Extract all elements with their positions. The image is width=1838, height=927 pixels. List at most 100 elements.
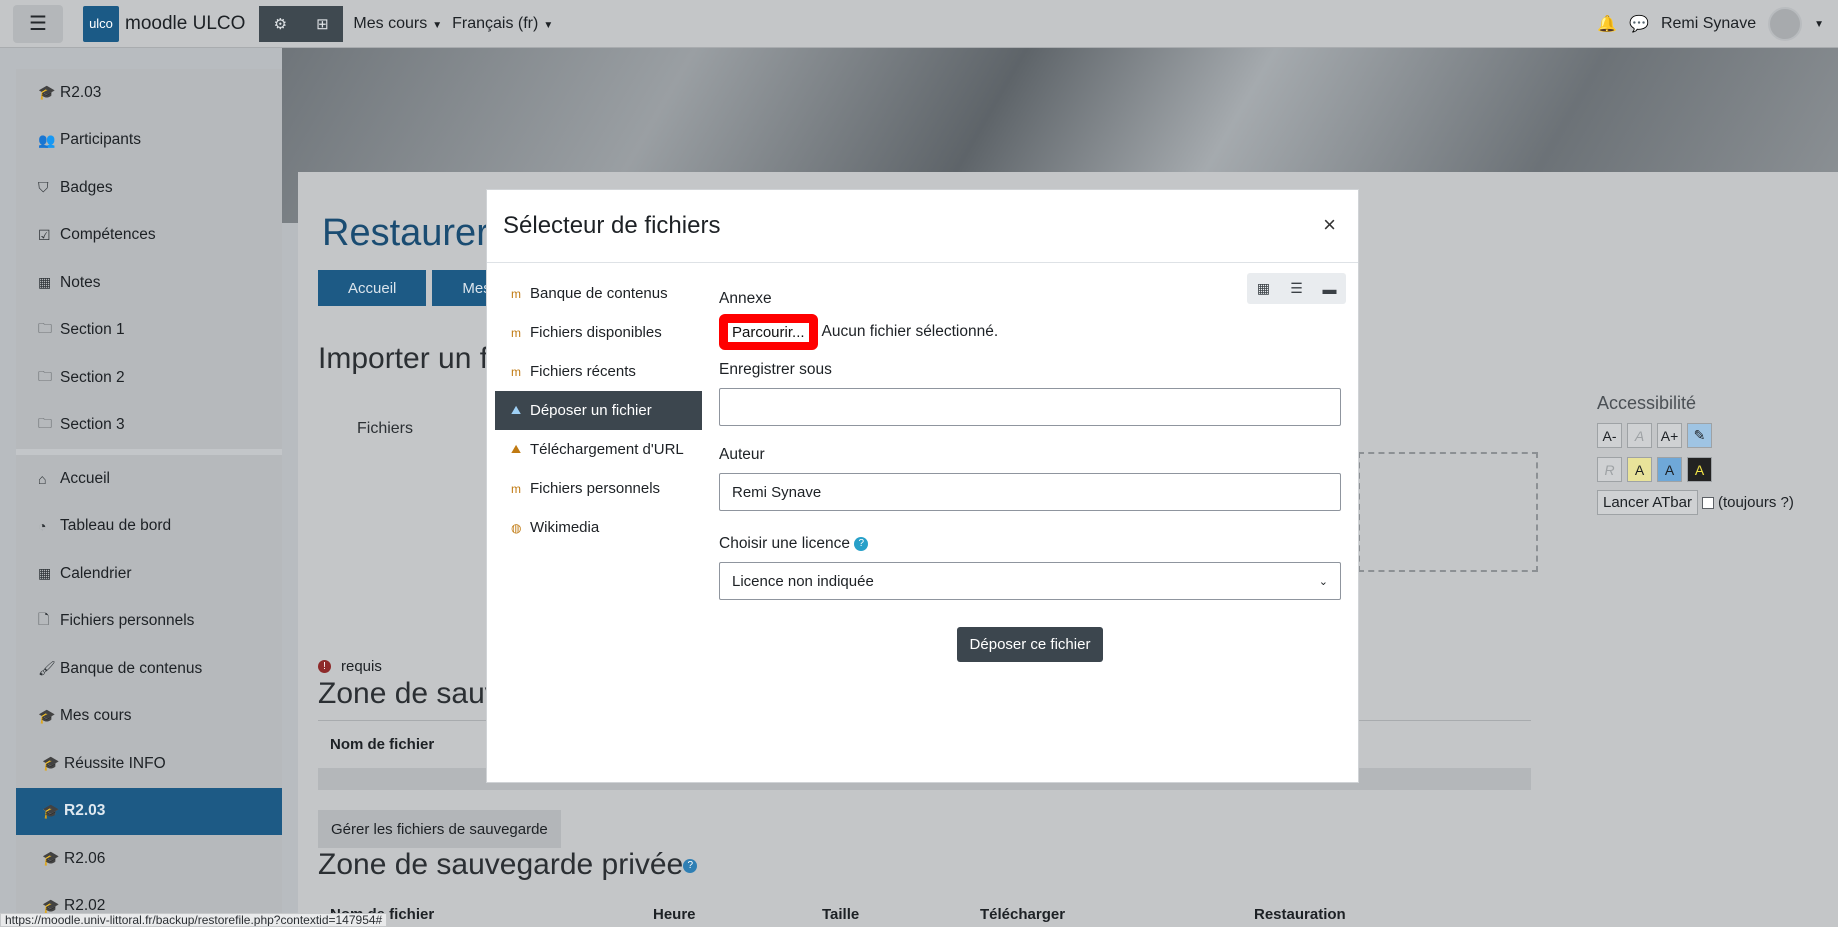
- always-label: (toujours ?): [1717, 494, 1794, 511]
- user-area: 🔔 💬 Remi Synave ▼: [1597, 0, 1824, 48]
- submit-row: Déposer ce fichier: [719, 627, 1341, 662]
- repository-label: Fichiers personnels: [530, 480, 661, 497]
- language-menu[interactable]: Français (fr) ▼: [452, 15, 553, 33]
- no-file-text: Aucun fichier sélectionné.: [821, 323, 999, 340]
- file-input-row: Parcourir... Aucun fichier sélectionné.: [719, 314, 1341, 350]
- sidebar-item-label: Notes: [60, 273, 101, 291]
- page-title: Restaurer: [322, 212, 489, 254]
- sidebar-item[interactable]: 🎓 Réussite INFO: [16, 740, 282, 788]
- graduation-cap-icon: 🎓: [42, 802, 60, 819]
- sidebar-item-label: Réussite INFO: [64, 754, 166, 772]
- repository-label: Banque de contenus: [530, 285, 668, 302]
- exclamation-icon: !: [318, 660, 331, 673]
- sidebar-item[interactable]: 🎓 R2.06: [16, 835, 282, 883]
- help-icon[interactable]: ?: [854, 536, 869, 551]
- moodle-icon: m: [511, 325, 521, 340]
- font-reset-button[interactable]: A: [1627, 423, 1652, 448]
- sidebar-item[interactable]: ▦ Notes: [16, 259, 282, 307]
- browse-button[interactable]: Parcourir...: [728, 323, 809, 342]
- sidebar-item-label: R2.03: [60, 83, 102, 101]
- font-larger-button[interactable]: A+: [1657, 423, 1682, 448]
- sidebar-item[interactable]: 🗀 Section 1: [16, 307, 282, 355]
- manage-backup-files-button[interactable]: Gérer les fichiers de sauvegarde: [318, 810, 561, 848]
- sidebar-item-label: Badges: [60, 178, 113, 196]
- repository-item[interactable]: ◍ Wikimedia: [495, 508, 702, 547]
- url-icon: ⛰: [511, 442, 522, 456]
- sidebar: 🎓 R2.03 👥 Participants ⛉ Badges ☑ Compétences ▦ N…: [16, 69, 282, 927]
- upload-file-button[interactable]: Déposer ce fichier: [956, 627, 1104, 662]
- chat-icon[interactable]: 💬: [1629, 14, 1649, 34]
- user-name[interactable]: Remi Synave: [1661, 15, 1756, 33]
- caret-down-icon: ▼: [543, 19, 554, 31]
- font-smaller-button[interactable]: A-: [1597, 423, 1622, 448]
- ulco-logo: ulco: [83, 5, 119, 42]
- my-courses-menu[interactable]: Mes cours ▼: [353, 15, 442, 33]
- repository-item[interactable]: m Fichiers disponibles: [495, 313, 702, 352]
- sidebar-item[interactable]: ◔ Tableau de bord: [16, 503, 282, 551]
- close-icon[interactable]: ×: [1323, 212, 1336, 238]
- upload-icon: ⛰: [511, 403, 522, 417]
- speech-icon[interactable]: ✎: [1687, 423, 1712, 448]
- license-select[interactable]: Licence non indiquée ⌄: [719, 562, 1341, 600]
- attachment-label: Annexe: [719, 290, 772, 307]
- file-picker-modal: Sélecteur de fichiers × m Banque de conte…: [486, 189, 1359, 783]
- launch-atbar-button[interactable]: Lancer ATbar: [1597, 490, 1698, 515]
- repository-label: Wikimedia: [530, 519, 600, 536]
- repository-label: Fichiers récents: [530, 363, 636, 380]
- column-size: Taille: [822, 906, 860, 923]
- folder-icon: 🗀: [38, 415, 52, 432]
- color-reset-button[interactable]: R: [1597, 457, 1622, 482]
- avatar[interactable]: [1768, 7, 1803, 41]
- repository-item[interactable]: m Fichiers récents: [495, 352, 702, 391]
- sidebar-item[interactable]: 👥 Participants: [16, 117, 282, 165]
- sidebar-item[interactable]: ☑ Compétences: [16, 212, 282, 260]
- bell-icon[interactable]: 🔔: [1597, 14, 1617, 34]
- sidebar-item[interactable]: 🗀 Section 3: [16, 402, 282, 450]
- dark-theme-button[interactable]: A: [1687, 457, 1712, 482]
- repository-item[interactable]: ⛰ Déposer un fichier: [495, 391, 702, 430]
- home-icon: ⌂: [38, 470, 47, 487]
- brand[interactable]: ulco moodle ULCO: [83, 5, 246, 42]
- repository-list: m Banque de contenus m Fichiers disponibles…: [495, 274, 702, 547]
- sidebar-item[interactable]: 🖌 Banque de contenus: [16, 645, 282, 693]
- sidebar-item-label: Participants: [60, 131, 141, 149]
- folder-icon: 🗀: [38, 320, 52, 337]
- repository-label: Fichiers disponibles: [530, 324, 662, 341]
- sidebar-item-label: Tableau de bord: [60, 517, 172, 535]
- brand-name: moodle ULCO: [125, 12, 246, 34]
- sidebar-item[interactable]: 🎓 Mes cours: [16, 693, 282, 741]
- repository-item[interactable]: ⛰ Téléchargement d'URL: [495, 430, 702, 469]
- users-icon: 👥: [38, 131, 56, 148]
- sidebar-item-label: R2.03: [64, 802, 106, 820]
- sidebar-item-label: Fichiers personnels: [60, 612, 195, 630]
- sidebar-item[interactable]: ⌂ Accueil: [16, 455, 282, 503]
- breadcrumb-home[interactable]: Accueil: [318, 270, 427, 306]
- sidebar-item[interactable]: ▦ Calendrier: [16, 550, 282, 598]
- column-download: Télécharger: [980, 906, 1066, 923]
- menu-toggle-button[interactable]: ☰: [13, 4, 63, 43]
- graduation-cap-icon: 🎓: [42, 755, 60, 772]
- cogs-icon[interactable]: ⚙: [259, 5, 302, 42]
- sidebar-item-label: Mes cours: [60, 707, 132, 725]
- caret-down-icon[interactable]: ▼: [1814, 19, 1824, 30]
- save-as-input[interactable]: [719, 388, 1341, 426]
- repository-item[interactable]: m Banque de contenus: [495, 274, 702, 313]
- sidebar-item[interactable]: 🗋 Fichiers personnels: [16, 598, 282, 646]
- sitemap-icon[interactable]: ⊞: [301, 5, 344, 42]
- file-drop-zone[interactable]: [1358, 452, 1538, 572]
- sidebar-item-label: R2.06: [64, 849, 106, 867]
- font-size-row: A- A A+ ✎: [1597, 423, 1794, 448]
- blue-theme-button[interactable]: A: [1657, 457, 1682, 482]
- sidebar-item[interactable]: ⛉ Badges: [16, 164, 282, 212]
- repository-item[interactable]: m Fichiers personnels: [495, 469, 702, 508]
- column-time: Heure: [653, 906, 696, 923]
- sidebar-item[interactable]: 🗀 Section 2: [16, 354, 282, 402]
- sidebar-item[interactable]: 🎓 R2.03: [16, 69, 282, 117]
- calendar-icon: ▦: [38, 565, 52, 582]
- sidebar-item[interactable]: 🎓 R2.03: [16, 787, 282, 835]
- author-input[interactable]: Remi Synave: [719, 473, 1341, 511]
- browse-highlight: Parcourir...: [719, 314, 818, 350]
- always-checkbox[interactable]: [1701, 496, 1714, 509]
- yellow-theme-button[interactable]: A: [1627, 457, 1652, 482]
- help-icon[interactable]: ?: [683, 859, 698, 874]
